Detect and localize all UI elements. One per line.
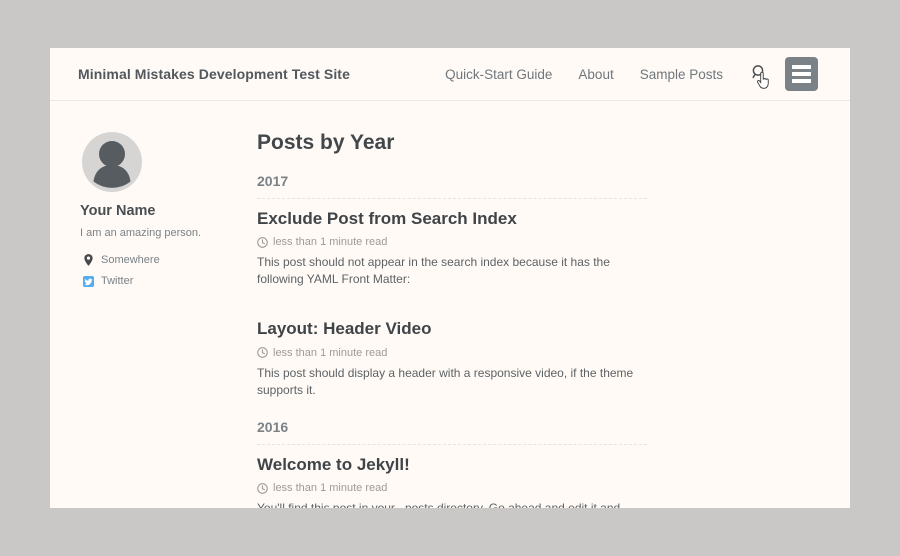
post-read-time: less than 1 minute read [273,347,387,359]
year-heading-2016: 2016 [257,419,647,445]
post-title: Exclude Post from Search Index [257,209,647,229]
post-title: Welcome to Jekyll! [257,455,647,475]
year-section: 2016 Welcome to Jekyll! less than 1 minu… [257,419,647,508]
location-pin-icon [83,254,94,266]
post-title-link-exclude-post[interactable]: Exclude Post from Search Index [257,209,517,228]
search-area [751,64,769,84]
content-row: Your Name I am an amazing person. Somewh… [50,101,850,508]
author-location-link[interactable]: Somewhere [83,254,257,266]
twitter-icon [83,276,94,287]
post-meta: less than 1 minute read [257,236,647,248]
post-item: Welcome to Jekyll! less than 1 minute re… [257,455,647,508]
post-item: Layout: Header Video less than 1 minute … [257,319,647,398]
author-bio: I am an amazing person. [80,227,257,239]
clock-icon [257,347,268,358]
post-title-link-layout-header-video[interactable]: Layout: Header Video [257,319,431,338]
site-card: Minimal Mistakes Development Test Site Q… [50,48,850,508]
avatar [82,132,142,192]
post-read-time: less than 1 minute read [273,236,387,248]
person-silhouette-icon [82,132,142,192]
author-location-label: Somewhere [101,254,160,266]
hamburger-menu-icon[interactable] [785,57,818,91]
nav-link-quick-start-guide[interactable]: Quick-Start Guide [445,67,552,82]
post-title-link-welcome-to-jekyll[interactable]: Welcome to Jekyll! [257,455,410,474]
search-icon[interactable] [751,64,767,83]
year-heading-2017: 2017 [257,173,647,199]
nav-link-sample-posts[interactable]: Sample Posts [640,67,723,82]
post-meta: less than 1 minute read [257,482,647,494]
post-read-time: less than 1 minute read [273,482,387,494]
post-excerpt: You'll find this post in your _posts dir… [257,500,635,508]
masthead: Minimal Mistakes Development Test Site Q… [50,48,850,101]
author-sidebar: Your Name I am an amazing person. Somewh… [80,132,257,508]
author-twitter-label: Twitter [101,275,133,287]
post-title: Layout: Header Video [257,319,647,339]
magnifier-icon [751,64,767,80]
clock-icon [257,483,268,494]
nav-link-about[interactable]: About [578,67,613,82]
site-title-link[interactable]: Minimal Mistakes Development Test Site [78,66,350,82]
year-section: 2017 Exclude Post from Search Index less… [257,173,647,399]
post-meta: less than 1 minute read [257,347,647,359]
author-links: Somewhere Twitter [80,254,257,287]
post-excerpt: This post should display a header with a… [257,365,635,399]
author-name: Your Name [80,203,257,219]
page-title: Posts by Year [257,132,647,154]
author-twitter-link[interactable]: Twitter [83,275,257,287]
archive-main: Posts by Year 2017 Exclude Post from Sea… [257,132,647,508]
post-item: Exclude Post from Search Index less than… [257,209,647,288]
masthead-nav: Quick-Start Guide About Sample Posts [445,67,723,82]
post-excerpt: This post should not appear in the searc… [257,254,635,288]
clock-icon [257,237,268,248]
